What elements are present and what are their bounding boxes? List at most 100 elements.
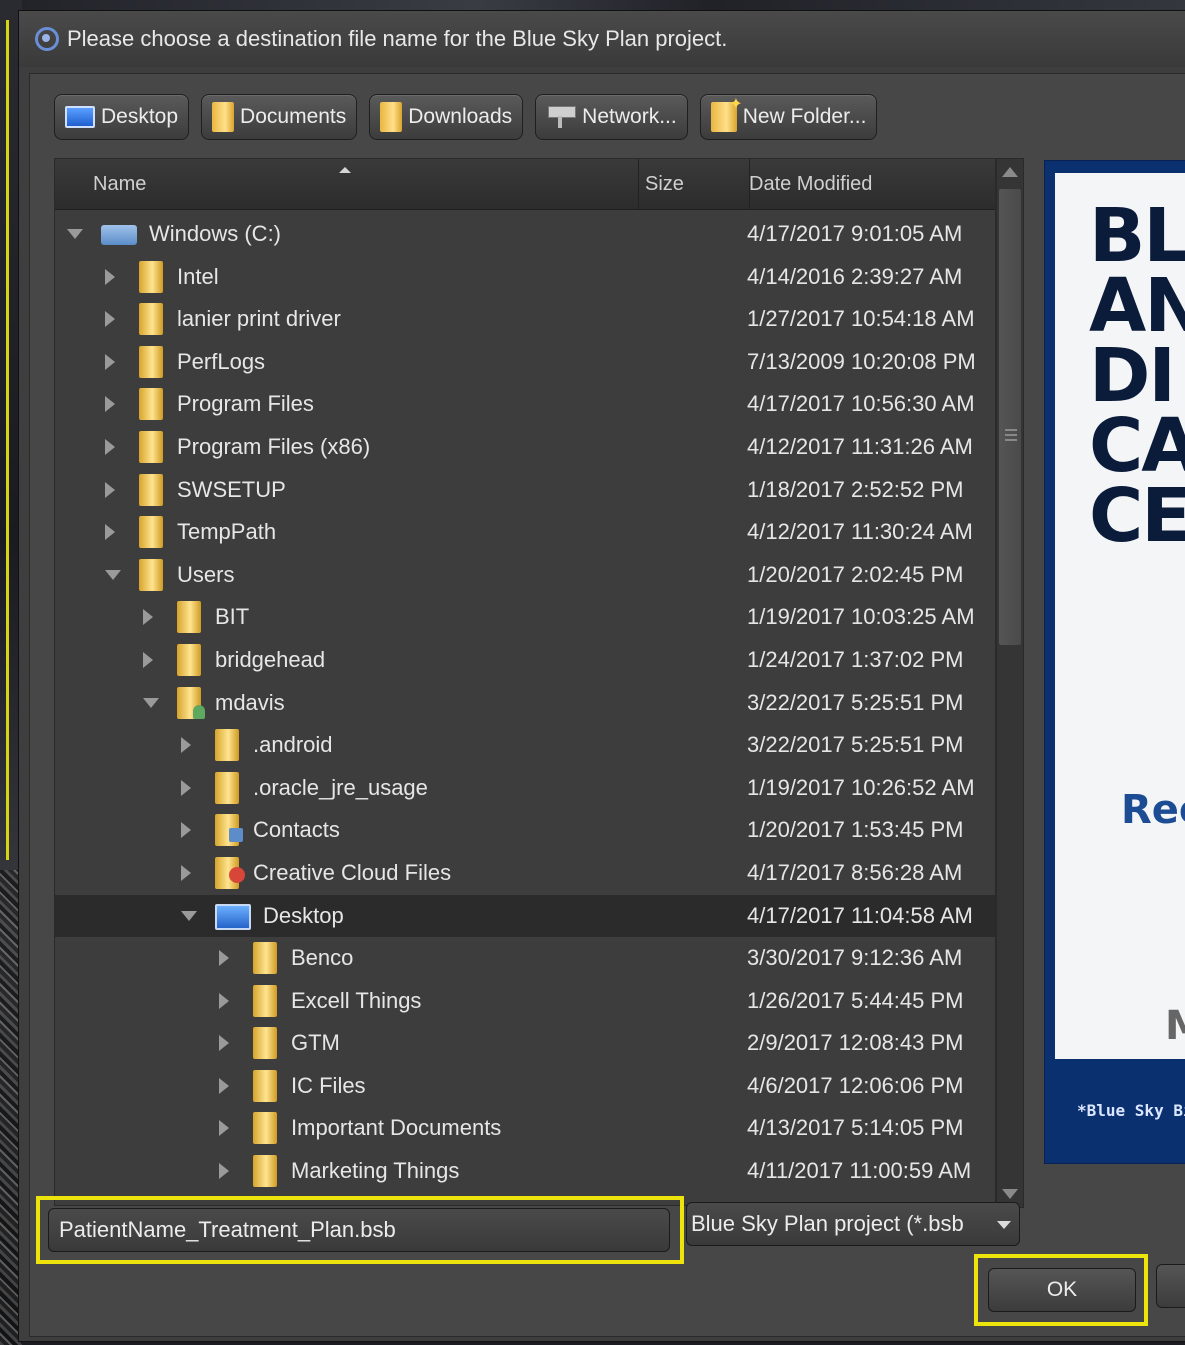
cancel-button[interactable] [1156,1264,1185,1308]
tree-row[interactable]: TempPath 4/12/2017 11:30:24 AM [55,511,995,554]
folder-icon [253,1069,277,1102]
preview-page: BLANDICACE Rec M [1055,173,1185,1059]
tree-row-date: 4/12/2017 11:30:24 AM [747,519,973,545]
tree-row-name: Contacts [253,817,340,843]
dialog-body: Desktop Documents Downloads Network... N… [29,73,1185,1337]
collapse-right-arrow-icon[interactable] [105,268,115,285]
tree-row-name: .oracle_jre_usage [253,774,428,800]
tree-row[interactable]: Excell Things 1/26/2017 5:44:45 PM [55,980,995,1023]
tree-row[interactable]: GTM 2/9/2017 12:08:43 PM [55,1022,995,1065]
collapse-right-arrow-icon[interactable] [219,950,229,967]
tree-row[interactable]: Creative Cloud Files 4/17/2017 8:56:28 AM [55,852,995,895]
tree-vertical-scrollbar[interactable] [996,158,1024,1208]
collapse-right-arrow-icon[interactable] [143,651,153,668]
preview-footer: *Blue Sky Bio [1077,1101,1185,1120]
documents-button-label: Documents [240,105,347,128]
blue-sky-plan-app-icon [35,27,59,51]
new-folder-button[interactable]: New Folder... [699,94,878,140]
column-header-date-modified[interactable]: Date Modified [749,159,995,209]
collapse-right-arrow-icon[interactable] [143,609,153,626]
tree-row[interactable]: mdavis 3/22/2017 5:25:51 PM [55,682,995,725]
tree-row[interactable]: Important Documents 4/13/2017 5:14:05 PM [55,1107,995,1150]
collapse-right-arrow-icon[interactable] [105,481,115,498]
collapse-right-arrow-icon[interactable] [105,438,115,455]
collapse-right-arrow-icon[interactable] [219,1035,229,1052]
file-type-selected: Blue Sky Plan project (*.bsb [691,1211,964,1236]
network-button[interactable]: Network... [535,94,688,140]
collapse-right-arrow-icon[interactable] [181,737,191,754]
tree-row-name: .android [253,732,333,758]
tree-row-name: Marketing Things [291,1158,460,1184]
tree-row-name: Important Documents [291,1115,502,1141]
tree-row[interactable]: Benco 3/30/2017 9:12:36 AM [55,937,995,980]
tree-row[interactable]: bridgehead 1/24/2017 1:37:02 PM [55,639,995,682]
collapse-right-arrow-icon[interactable] [181,822,191,839]
tree-row[interactable]: Contacts 1/20/2017 1:53:45 PM [55,809,995,852]
folder-icon [139,558,163,591]
ok-button[interactable]: OK [988,1268,1136,1312]
dialog-titlebar: Please choose a destination file name fo… [19,11,1185,67]
tree-row-name: Benco [291,945,354,971]
collapse-right-arrow-icon[interactable] [181,779,191,796]
tree-row[interactable]: PerfLogs 7/13/2009 10:20:08 PM [55,341,995,384]
tree-row[interactable]: Marketing Things 4/11/2017 11:00:59 AM [55,1150,995,1193]
tree-row-date: 1/19/2017 10:03:25 AM [747,604,975,630]
tree-row-date: 1/20/2017 1:53:45 PM [747,817,964,843]
folder-icon [139,345,163,378]
filename-input[interactable] [48,1208,670,1252]
tree-row-date: 4/17/2017 9:01:05 AM [747,221,963,246]
collapse-right-arrow-icon[interactable] [105,311,115,328]
tree-row[interactable]: .android 3/22/2017 5:25:51 PM [55,724,995,767]
background-yellow-line [6,20,9,860]
tree-row-date: 1/26/2017 5:44:45 PM [747,987,964,1013]
tree-row-name: Program Files (x86) [177,433,371,459]
tree-row-name: GTM [291,1030,340,1056]
tree-row-name: PerfLogs [177,348,266,374]
collapse-right-arrow-icon[interactable] [105,524,115,541]
scroll-down-arrow-icon[interactable] [1002,1189,1018,1199]
chevron-down-icon [997,1221,1011,1229]
tree-row[interactable]: IC Files 4/6/2017 12:06:06 PM [55,1065,995,1108]
tree-row[interactable]: Users 1/20/2017 2:02:45 PM [55,554,995,597]
scrollbar-thumb[interactable] [999,189,1021,645]
scroll-up-arrow-icon[interactable] [1002,167,1018,177]
tree-row[interactable]: Windows (C:) 4/17/2017 9:01:05 AM [55,213,995,256]
folder-icon [253,1112,277,1145]
collapse-right-arrow-icon[interactable] [105,353,115,370]
tree-row[interactable]: Program Files 4/17/2017 10:56:30 AM [55,383,995,426]
downloads-button[interactable]: Downloads [369,94,524,140]
tree-row[interactable]: lanier print driver 1/27/2017 10:54:18 AM [55,298,995,341]
expand-down-arrow-icon[interactable] [143,697,159,708]
file-tree[interactable]: Name Size Date Modified Windows (C:) 4/17… [54,158,996,1206]
collapse-right-arrow-icon[interactable] [219,1120,229,1137]
collapse-right-arrow-icon[interactable] [219,1077,229,1094]
expand-down-arrow-icon[interactable] [105,569,121,580]
expand-down-arrow-icon[interactable] [181,910,197,921]
tree-row-name: Program Files [177,391,314,417]
new-folder-button-label: New Folder... [742,105,867,128]
tree-row[interactable]: Intel 4/14/2016 2:39:27 AM [55,256,995,299]
column-header-size[interactable]: Size [639,159,750,209]
tree-row[interactable]: BIT 1/19/2017 10:03:25 AM [55,596,995,639]
tree-row-date: 1/27/2017 10:54:18 AM [747,306,975,332]
column-header-name[interactable]: Name [93,159,639,209]
tree-row[interactable]: .oracle_jre_usage 1/19/2017 10:26:52 AM [55,767,995,810]
collapse-right-arrow-icon[interactable] [219,1163,229,1180]
network-icon [546,104,577,130]
tree-row[interactable]: Program Files (x86) 4/12/2017 11:31:26 AM [55,426,995,469]
folder-icon [177,601,201,634]
file-type-select[interactable]: Blue Sky Plan project (*.bsb [686,1202,1020,1246]
tree-row[interactable]: Desktop 4/17/2017 11:04:58 AM [55,894,995,938]
tree-row-name: IC Files [291,1072,366,1098]
tree-row-name: bridgehead [215,646,326,672]
collapse-right-arrow-icon[interactable] [181,864,191,881]
collapse-right-arrow-icon[interactable] [219,992,229,1009]
user-folder-icon [177,686,205,719]
tree-row-date: 1/18/2017 2:52:52 PM [747,476,964,502]
expand-down-arrow-icon[interactable] [67,229,83,239]
desktop-button[interactable]: Desktop [54,94,190,140]
collapse-right-arrow-icon[interactable] [105,396,115,413]
preview-headline-line: CE [1089,473,1185,559]
documents-button[interactable]: Documents [201,94,358,140]
tree-row[interactable]: SWSETUP 1/18/2017 2:52:52 PM [55,469,995,512]
